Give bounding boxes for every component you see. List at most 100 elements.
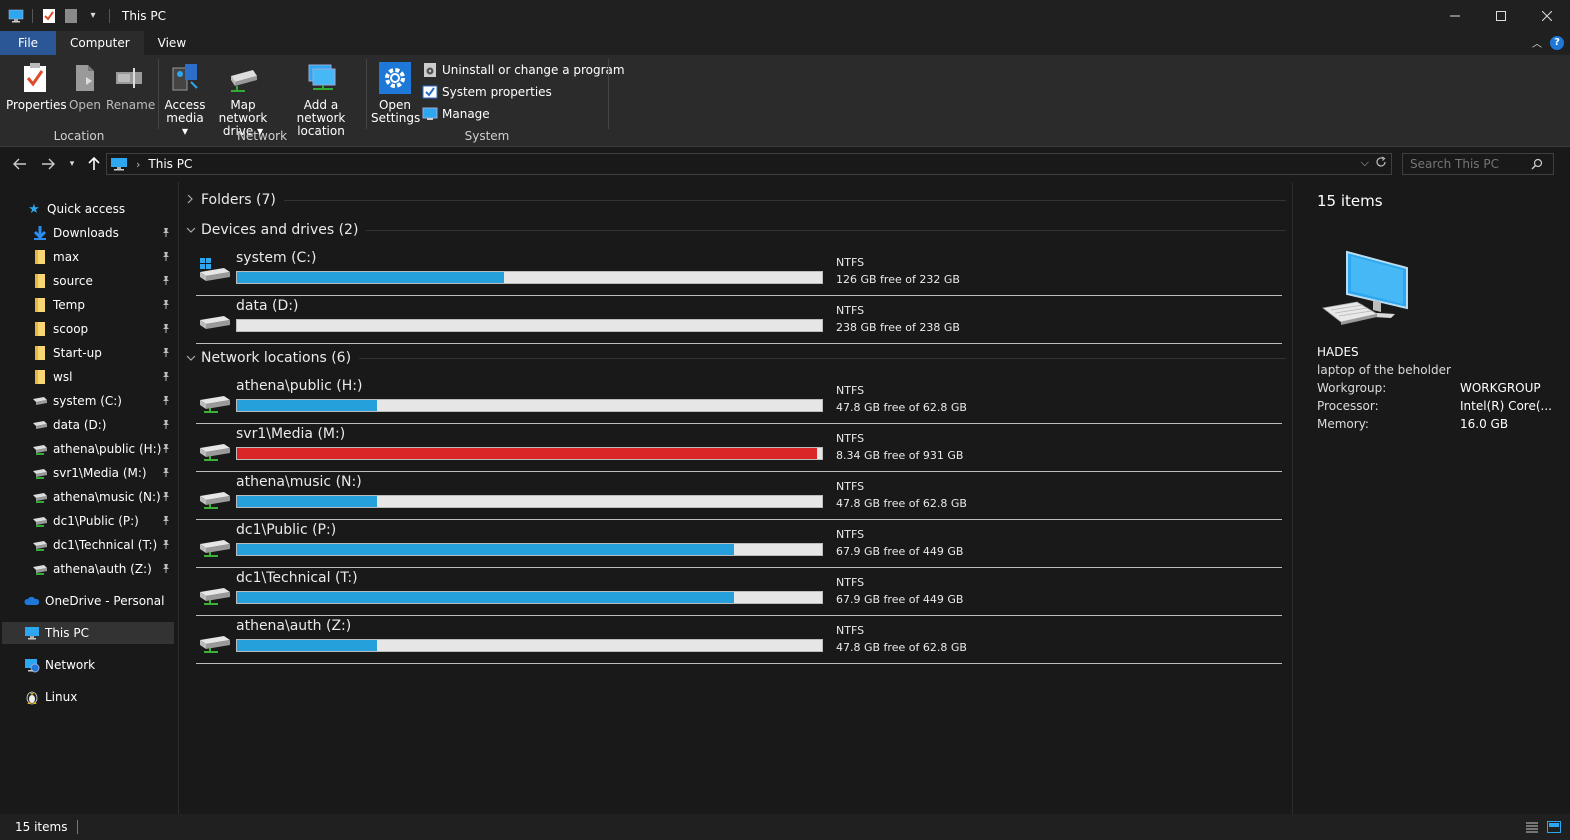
nav-pinned-item[interactable]: athena\public (H:) xyxy=(32,438,176,460)
network-location-tile[interactable]: athena\public (H:) NTFS 47.8 GB free of 62… xyxy=(196,378,1282,424)
maximize-button[interactable] xyxy=(1478,0,1524,31)
close-button[interactable] xyxy=(1524,0,1570,31)
up-button[interactable] xyxy=(84,154,104,174)
star-icon: ★ xyxy=(28,201,40,217)
search-icon[interactable] xyxy=(1529,156,1545,172)
add-network-location-button[interactable]: Add a network location xyxy=(281,61,361,138)
open-button[interactable]: Open xyxy=(66,61,104,112)
chevron-down-icon[interactable] xyxy=(186,352,200,365)
pin-icon[interactable] xyxy=(160,370,172,382)
tab-computer[interactable]: Computer xyxy=(56,31,144,55)
network-location-tile[interactable]: dc1\Technical (T:) NTFS 67.9 GB free of 44… xyxy=(196,570,1282,616)
nav-pinned-item[interactable]: dc1\Public (P:) xyxy=(32,510,176,532)
network-drive-icon xyxy=(32,465,48,481)
folder-icon xyxy=(32,249,48,265)
pin-icon[interactable] xyxy=(160,562,172,574)
pin-icon[interactable] xyxy=(160,346,172,358)
rename-button[interactable]: Rename xyxy=(106,61,155,112)
new-folder-icon[interactable] xyxy=(63,8,79,24)
breadcrumb[interactable]: This PC xyxy=(148,157,192,171)
help-icon[interactable]: ? xyxy=(1550,35,1564,50)
network-location-tile[interactable]: athena\music (N:) NTFS 47.8 GB free of 62.… xyxy=(196,474,1282,520)
nav-pinned-item[interactable]: scoop xyxy=(32,318,176,340)
collapse-ribbon-icon[interactable]: ︿ xyxy=(1532,35,1542,50)
status-item-count: 15 items xyxy=(15,820,68,834)
map-network-drive-button[interactable]: Map network drive ▾ xyxy=(207,61,279,138)
uninstall-program-button[interactable]: Uninstall or change a program xyxy=(422,60,625,80)
network-drive-icon xyxy=(32,441,48,457)
pin-icon[interactable] xyxy=(160,274,172,286)
drive-name: athena\auth (Z:) xyxy=(236,618,352,634)
detail-workgroup: Workgroup: WORKGROUP xyxy=(1317,381,1541,395)
nav-this-pc[interactable]: This PC xyxy=(2,622,174,644)
tab-file[interactable]: File xyxy=(0,31,56,55)
pin-icon[interactable] xyxy=(160,418,172,430)
nav-pinned-item[interactable]: system (C:) xyxy=(32,390,176,412)
network-drive-icon xyxy=(198,386,232,414)
network-location-tile[interactable]: dc1\Public (P:) NTFS 67.9 GB free of 449 G… xyxy=(196,522,1282,568)
chevron-down-icon[interactable] xyxy=(186,224,200,237)
settings-gear-icon xyxy=(379,61,411,95)
breadcrumb-chevron-icon[interactable]: › xyxy=(136,158,140,171)
computer-icon xyxy=(110,157,128,171)
nav-pinned-item[interactable]: source xyxy=(32,270,176,292)
ribbon-right-controls: ︿ ? xyxy=(1532,35,1564,50)
nav-onedrive[interactable]: OneDrive - Personal xyxy=(24,590,200,612)
ribbon-tab-bar: File Computer View ︿ ? xyxy=(0,31,1570,55)
nav-pinned-item[interactable]: athena\auth (Z:) xyxy=(32,558,176,580)
nav-linux[interactable]: Linux xyxy=(24,686,200,708)
refresh-icon[interactable] xyxy=(1375,156,1387,171)
customize-toolbar-icon[interactable]: ▾ xyxy=(85,8,101,24)
pin-icon[interactable] xyxy=(160,394,172,406)
forward-button[interactable] xyxy=(38,154,58,174)
nav-pinned-item[interactable]: dc1\Technical (T:) xyxy=(32,534,176,556)
pin-icon[interactable] xyxy=(160,250,172,262)
nav-pinned-item[interactable]: wsl xyxy=(32,366,176,388)
pin-icon[interactable] xyxy=(160,298,172,310)
network-location-tile[interactable]: svr1\Media (M:) NTFS 8.34 GB free of 931 G… xyxy=(196,426,1282,472)
folder-icon xyxy=(32,345,48,361)
nav-pinned-item[interactable]: Start-up xyxy=(32,342,176,364)
nav-quick-access[interactable]: ★ Quick access xyxy=(26,198,202,220)
group-header-devices[interactable]: Devices and drives (2) xyxy=(186,220,1286,240)
drive-tile[interactable]: data (D:) NTFS 238 GB free of 238 GB xyxy=(196,298,1282,344)
drive-icon xyxy=(32,417,48,433)
chevron-right-icon[interactable] xyxy=(186,194,200,207)
system-properties-button[interactable]: System properties xyxy=(422,82,552,102)
minimize-button[interactable] xyxy=(1432,0,1478,31)
nav-pinned-item[interactable]: data (D:) xyxy=(32,414,176,436)
nav-pinned-item[interactable]: Downloads xyxy=(32,222,176,244)
pin-icon[interactable] xyxy=(160,466,172,478)
group-header-folders[interactable]: Folders (7) xyxy=(186,190,1286,210)
nav-pinned-item[interactable]: athena\music (N:) xyxy=(32,486,176,508)
large-icons-view-icon[interactable] xyxy=(1546,820,1562,834)
nav-network[interactable]: Network xyxy=(24,654,200,676)
address-bar[interactable]: › This PC ⌵ xyxy=(106,153,1392,175)
properties-icon[interactable] xyxy=(41,8,57,24)
network-location-tile[interactable]: athena\auth (Z:) NTFS 47.8 GB free of 62.8… xyxy=(196,618,1282,664)
access-media-button[interactable]: Access media ▾ xyxy=(163,61,207,138)
properties-button[interactable]: Properties xyxy=(6,61,67,112)
address-dropdown-icon[interactable]: ⌵ xyxy=(1361,156,1369,171)
nav-pinned-item[interactable]: svr1\Media (M:) xyxy=(32,462,176,484)
open-settings-button[interactable]: Open Settings xyxy=(371,61,420,125)
computer-icon[interactable] xyxy=(8,8,24,24)
recent-locations-button[interactable]: ▾ xyxy=(62,154,82,174)
pin-icon[interactable] xyxy=(160,490,172,502)
nav-pinned-item[interactable]: Temp xyxy=(32,294,176,316)
group-header-network[interactable]: Network locations (6) xyxy=(186,348,1286,368)
tab-view[interactable]: View xyxy=(144,31,200,55)
pin-icon[interactable] xyxy=(160,442,172,454)
manage-button[interactable]: Manage xyxy=(422,104,490,124)
pin-icon[interactable] xyxy=(160,226,172,238)
pin-icon[interactable] xyxy=(160,322,172,334)
back-button[interactable] xyxy=(10,154,30,174)
drive-tile[interactable]: system (C:) NTFS 126 GB free of 232 GB xyxy=(196,250,1282,296)
rename-icon xyxy=(113,61,145,95)
search-input[interactable] xyxy=(1403,157,1529,171)
filesystem-label: NTFS xyxy=(836,256,865,269)
pin-icon[interactable] xyxy=(160,514,172,526)
pin-icon[interactable] xyxy=(160,538,172,550)
nav-pinned-item[interactable]: max xyxy=(32,246,176,268)
details-view-icon[interactable] xyxy=(1524,820,1540,834)
